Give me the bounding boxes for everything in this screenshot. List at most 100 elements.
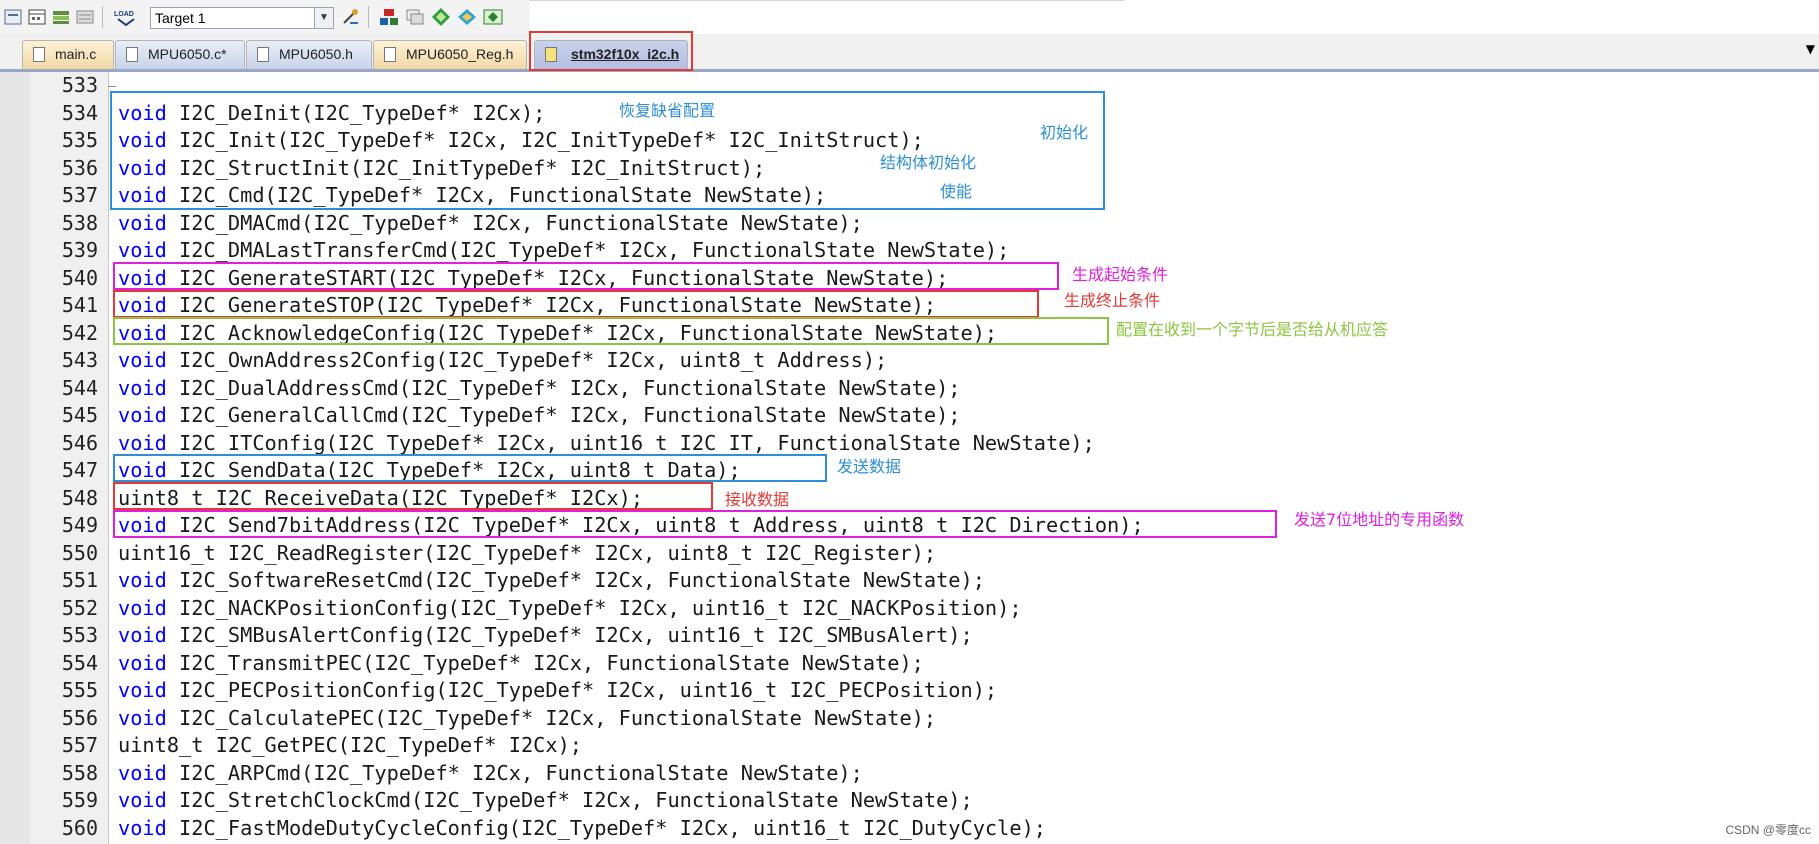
keyword-token: void xyxy=(118,595,167,620)
annotation-box-send-data xyxy=(113,454,827,482)
keyword-token: void xyxy=(118,348,167,372)
tab-mpu6050-c[interactable]: MPU6050.c* xyxy=(115,40,245,69)
line-number: 546 xyxy=(61,430,98,455)
manage-components-icon[interactable] xyxy=(378,7,400,27)
code-text: I2C_GeneralCallCmd(I2C_TypeDef* I2Cx, Fu… xyxy=(166,403,961,427)
breakpoint-margin[interactable] xyxy=(0,72,30,844)
code-text: I2C_ITConfig(I2C_TypeDef* I2Cx, uint16_t… xyxy=(166,430,1095,455)
file-icon xyxy=(126,47,138,62)
select-software-packs-icon[interactable] xyxy=(430,7,452,27)
note-struct-init: 结构体初始化 xyxy=(880,153,977,172)
translate-icon[interactable] xyxy=(2,7,24,27)
load-icon[interactable]: LOAD xyxy=(112,7,140,27)
code-line[interactable]: void I2C_DMALastTransferCmd(I2C_TypeDef*… xyxy=(118,237,1009,265)
line-number: 554 xyxy=(61,650,98,675)
line-number: 552 xyxy=(61,595,98,620)
line-number: 534 xyxy=(61,100,98,125)
tab-label: MPU6050.h xyxy=(279,46,353,62)
line-number: 545 xyxy=(61,403,98,427)
target-options-icon[interactable] xyxy=(340,7,362,27)
line-number: 541 xyxy=(61,293,98,317)
file-icon xyxy=(384,47,396,62)
code-line[interactable]: void I2C_OwnAddress2Config(I2C_TypeDef* … xyxy=(118,347,887,375)
line-number: 555 xyxy=(61,678,98,702)
file-extensions-icon[interactable] xyxy=(404,7,426,27)
code-line[interactable]: void I2C_SMBusAlertConfig(I2C_TypeDef* I… xyxy=(118,622,973,650)
code-line[interactable]: void I2C_ITConfig(I2C_TypeDef* I2Cx, uin… xyxy=(118,430,1095,458)
code-text: I2C_SMBusAlertConfig(I2C_TypeDef* I2Cx, … xyxy=(166,623,973,647)
line-number: 533 xyxy=(61,73,98,97)
code-text: I2C_OwnAddress2Config(I2C_TypeDef* I2Cx,… xyxy=(166,348,888,372)
line-number: 558 xyxy=(61,760,98,785)
chevron-down-icon[interactable]: ▼ xyxy=(314,8,333,28)
rebuild-icon[interactable] xyxy=(74,7,96,27)
pack-installer-icon[interactable] xyxy=(456,7,478,27)
note-send-data: 发送数据 xyxy=(837,457,902,476)
code-line[interactable]: void I2C_NACKPositionConfig(I2C_TypeDef*… xyxy=(118,595,1022,623)
note-generate-start: 生成起始条件 xyxy=(1072,265,1169,284)
code-line[interactable]: void I2C_ARPCmd(I2C_TypeDef* I2Cx, Funct… xyxy=(118,760,863,788)
tab-main-c[interactable]: main.c xyxy=(22,40,114,69)
toolbar-divider xyxy=(530,0,1125,1)
tab-label: MPU6050.c* xyxy=(148,46,227,62)
line-number: 559 xyxy=(61,788,98,812)
keyword-token: void xyxy=(118,788,167,812)
code-line[interactable]: void I2C_SoftwareResetCmd(I2C_TypeDef* I… xyxy=(118,567,985,595)
target-value: Target 1 xyxy=(155,10,206,26)
watermark: CSDN @零度cc xyxy=(1725,823,1811,837)
line-number: 535 xyxy=(61,128,98,152)
line-number: 542 xyxy=(61,320,98,345)
editor-tab-bar: main.c MPU6050.c* MPU6050.h MPU6050_Reg.… xyxy=(0,34,1819,72)
tab-mpu6050-reg-h[interactable]: MPU6050_Reg.h xyxy=(373,40,527,69)
file-icon xyxy=(257,47,269,62)
code-text: I2C_FastModeDutyCycleConfig(I2C_TypeDef*… xyxy=(166,815,1046,840)
line-number: 556 xyxy=(61,705,98,730)
load-label: LOAD xyxy=(114,11,134,18)
annotation-box-send-7bit-address xyxy=(113,510,1277,538)
active-tab-highlight xyxy=(529,31,693,71)
tab-mpu6050-h[interactable]: MPU6050.h xyxy=(246,40,372,69)
annotation-box-generate-start xyxy=(113,262,1059,290)
line-number: 547 xyxy=(61,458,98,482)
code-text: uint8_t I2C_GetPEC(I2C_TypeDef* I2Cx); xyxy=(118,733,582,757)
code-line[interactable]: void I2C_GeneralCallCmd(I2C_TypeDef* I2C… xyxy=(118,402,961,430)
note-acknowledge-config: 配置在收到一个字节后是否给从机应答 xyxy=(1116,320,1389,339)
code-text: I2C_SoftwareResetCmd(I2C_TypeDef* I2Cx, … xyxy=(166,568,985,592)
build-icon[interactable] xyxy=(50,7,72,27)
code-line[interactable]: void I2C_DualAddressCmd(I2C_TypeDef* I2C… xyxy=(118,375,961,403)
code-text: I2C_PECPositionConfig(I2C_TypeDef* I2Cx,… xyxy=(166,678,998,702)
tab-label: MPU6050_Reg.h xyxy=(406,46,514,62)
keyword-token: void xyxy=(118,705,167,730)
file-icon xyxy=(33,47,45,62)
code-line[interactable]: void I2C_CalculatePEC(I2C_TypeDef* I2Cx,… xyxy=(118,705,936,733)
code-text: I2C_DualAddressCmd(I2C_TypeDef* I2Cx, Fu… xyxy=(166,375,961,400)
keyword-token: void xyxy=(118,403,167,427)
keyword-token: void xyxy=(118,568,167,592)
code-line[interactable]: void I2C_DMACmd(I2C_TypeDef* I2Cx, Funct… xyxy=(118,210,863,238)
code-text: uint16_t I2C_ReadRegister(I2C_TypeDef* I… xyxy=(118,540,937,565)
code-line[interactable]: uint8_t I2C_GetPEC(I2C_TypeDef* I2Cx); xyxy=(118,732,582,760)
code-text: I2C_DMALastTransferCmd(I2C_TypeDef* I2Cx… xyxy=(166,238,1010,262)
line-number: 543 xyxy=(61,348,98,372)
code-text: I2C_StretchClockCmd(I2C_TypeDef* I2Cx, F… xyxy=(166,788,973,812)
code-text: I2C_TransmitPEC(I2C_TypeDef* I2Cx, Funct… xyxy=(166,650,924,675)
code-line[interactable]: void I2C_PECPositionConfig(I2C_TypeDef* … xyxy=(118,677,997,705)
run-time-environment-icon[interactable] xyxy=(482,7,504,27)
code-line[interactable]: void I2C_FastModeDutyCycleConfig(I2C_Typ… xyxy=(118,815,1046,843)
line-number: 553 xyxy=(61,623,98,647)
annotation-box-receive-data xyxy=(113,482,713,510)
keyword-token: void xyxy=(118,815,167,840)
tab-list-dropdown-icon[interactable]: ▼ xyxy=(1806,42,1815,56)
code-line[interactable]: void I2C_StretchClockCmd(I2C_TypeDef* I2… xyxy=(118,787,973,815)
tab-label: main.c xyxy=(55,46,97,62)
note-restore-default: 恢复缺省配置 xyxy=(619,101,716,120)
keyword-token: void xyxy=(118,430,167,455)
code-line[interactable]: void I2C_TransmitPEC(I2C_TypeDef* I2Cx, … xyxy=(118,650,924,678)
fold-marker-icon[interactable] xyxy=(108,86,116,87)
annotation-box-generate-stop xyxy=(113,290,1039,318)
code-line[interactable]: uint16_t I2C_ReadRegister(I2C_TypeDef* I… xyxy=(118,540,936,568)
code-text: I2C_CalculatePEC(I2C_TypeDef* I2Cx, Func… xyxy=(166,705,937,730)
line-number: 537 xyxy=(61,183,98,207)
calendar-icon[interactable] xyxy=(26,7,48,27)
target-select[interactable]: Target 1 ▼ xyxy=(150,7,334,29)
